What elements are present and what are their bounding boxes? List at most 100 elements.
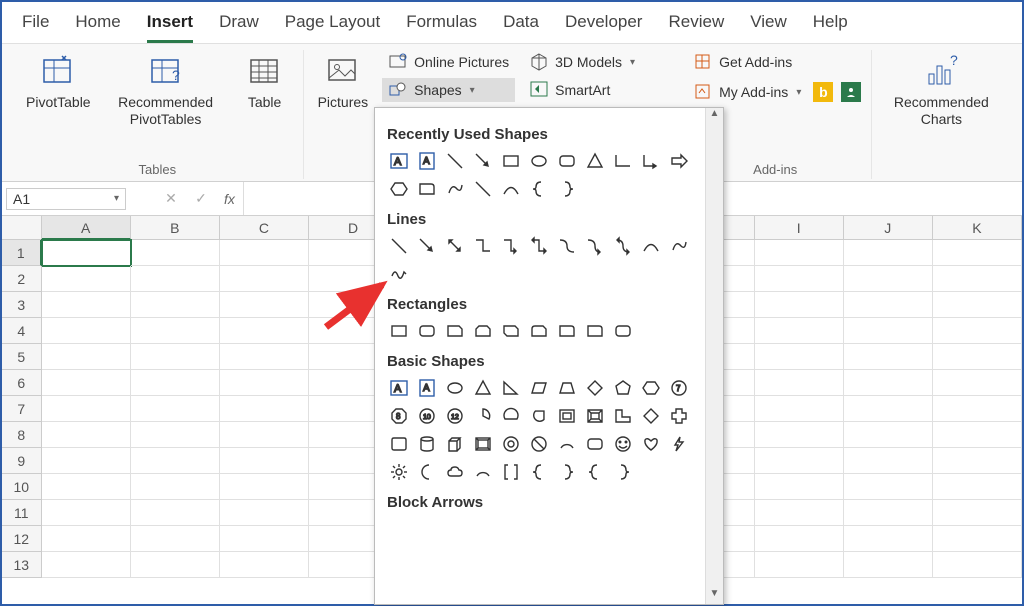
tab-draw[interactable]: Draw	[219, 12, 259, 43]
shape-hex[interactable]	[639, 376, 663, 400]
shape-round2d[interactable]	[611, 319, 635, 343]
my-addins-button[interactable]: My Add-ins ▾	[687, 80, 807, 104]
shape-dodec[interactable]: 12	[443, 404, 467, 428]
recommended-charts-button[interactable]: ? Recommended Charts	[880, 50, 1002, 132]
scroll-up-icon[interactable]: ▲	[706, 108, 723, 124]
cell-B6[interactable]	[131, 370, 220, 396]
row-header-2[interactable]: 2	[2, 266, 42, 292]
shape-bolt[interactable]	[667, 432, 691, 456]
shape-round2s[interactable]	[583, 319, 607, 343]
cell-B4[interactable]	[131, 318, 220, 344]
shape-tri[interactable]	[583, 149, 607, 173]
shape-rbrace[interactable]	[555, 177, 579, 201]
cell-C8[interactable]	[220, 422, 309, 448]
column-header-I[interactable]: I	[755, 216, 844, 240]
shape-pie[interactable]	[471, 404, 495, 428]
shape-blockarr[interactable]	[667, 149, 691, 173]
cell-A6[interactable]	[42, 370, 131, 396]
shape-oct[interactable]: 8	[387, 404, 411, 428]
shape-curveconarr[interactable]	[583, 234, 607, 258]
cell-J10[interactable]	[844, 474, 933, 500]
column-header-A[interactable]: A	[42, 216, 131, 240]
shape-round1[interactable]	[555, 319, 579, 343]
tab-data[interactable]: Data	[503, 12, 539, 43]
cell-A8[interactable]	[42, 422, 131, 448]
shape-freeform[interactable]	[443, 177, 467, 201]
cell-K13[interactable]	[933, 552, 1022, 578]
column-header-K[interactable]: K	[933, 216, 1022, 240]
shape-rect[interactable]	[499, 149, 523, 173]
column-header-B[interactable]: B	[131, 216, 220, 240]
shape-cross[interactable]	[667, 404, 691, 428]
shape-elbowarr[interactable]	[499, 234, 523, 258]
tab-developer[interactable]: Developer	[565, 12, 643, 43]
cell-C5[interactable]	[220, 344, 309, 370]
shape-diamond[interactable]	[583, 376, 607, 400]
shape-arc[interactable]	[471, 460, 495, 484]
cell-K6[interactable]	[933, 370, 1022, 396]
cell-J1[interactable]	[844, 240, 933, 266]
cell-B3[interactable]	[131, 292, 220, 318]
cell-K3[interactable]	[933, 292, 1022, 318]
cell-B8[interactable]	[131, 422, 220, 448]
shape-chord[interactable]	[499, 404, 523, 428]
shape-noSymbol[interactable]	[527, 432, 551, 456]
shape-lbrace[interactable]	[527, 460, 551, 484]
cell-J7[interactable]	[844, 396, 933, 422]
cell-I11[interactable]	[755, 500, 844, 526]
recommended-pivottables-button[interactable]: ? Recommended PivotTables	[105, 50, 227, 132]
smartart-button[interactable]: SmartArt	[523, 78, 641, 102]
cell-I13[interactable]	[755, 552, 844, 578]
column-header-J[interactable]: J	[844, 216, 933, 240]
cell-I10[interactable]	[755, 474, 844, 500]
cell-A13[interactable]	[42, 552, 131, 578]
shape-hframe[interactable]	[583, 404, 607, 428]
cell-C9[interactable]	[220, 448, 309, 474]
shape-roundrect[interactable]	[583, 432, 607, 456]
cell-B10[interactable]	[131, 474, 220, 500]
shapes-scrollbar[interactable]: ▲ ▼	[705, 108, 723, 604]
shape-hept[interactable]: 7	[667, 376, 691, 400]
shape-lbrace[interactable]	[583, 460, 607, 484]
cell-J12[interactable]	[844, 526, 933, 552]
cell-J6[interactable]	[844, 370, 933, 396]
cell-K2[interactable]	[933, 266, 1022, 292]
column-header-C[interactable]: C	[220, 216, 309, 240]
shape-arrow[interactable]	[471, 149, 495, 173]
shape-sun[interactable]	[387, 460, 411, 484]
shape-sniprnd[interactable]	[527, 319, 551, 343]
cell-J8[interactable]	[844, 422, 933, 448]
cell-B5[interactable]	[131, 344, 220, 370]
cell-A5[interactable]	[42, 344, 131, 370]
cell-A12[interactable]	[42, 526, 131, 552]
cell-K1[interactable]	[933, 240, 1022, 266]
cell-K7[interactable]	[933, 396, 1022, 422]
shapes-button[interactable]: Shapes ▾	[382, 78, 515, 102]
shape-snip2s[interactable]	[471, 319, 495, 343]
scroll-down-icon[interactable]: ▼	[706, 588, 723, 604]
cell-A9[interactable]	[42, 448, 131, 474]
shape-darrow[interactable]	[443, 234, 467, 258]
cell-J11[interactable]	[844, 500, 933, 526]
cell-I7[interactable]	[755, 396, 844, 422]
shape-rtri[interactable]	[499, 376, 523, 400]
cell-A10[interactable]	[42, 474, 131, 500]
shape-donut[interactable]	[499, 432, 523, 456]
shape-elbowd[interactable]	[527, 234, 551, 258]
shape-lconnarr[interactable]	[639, 149, 663, 173]
cell-J3[interactable]	[844, 292, 933, 318]
cell-B2[interactable]	[131, 266, 220, 292]
row-header-10[interactable]: 10	[2, 474, 42, 500]
cell-J9[interactable]	[844, 448, 933, 474]
cell-K10[interactable]	[933, 474, 1022, 500]
cell-C6[interactable]	[220, 370, 309, 396]
shape-curvecond[interactable]	[611, 234, 635, 258]
cell-I4[interactable]	[755, 318, 844, 344]
cell-J4[interactable]	[844, 318, 933, 344]
shape-plaque[interactable]	[387, 432, 411, 456]
cell-I9[interactable]	[755, 448, 844, 474]
shape-textbox[interactable]: A	[387, 376, 411, 400]
people-graph-addin-button[interactable]	[839, 80, 863, 104]
shape-round1[interactable]	[415, 177, 439, 201]
fx-button[interactable]: fx	[216, 191, 243, 207]
